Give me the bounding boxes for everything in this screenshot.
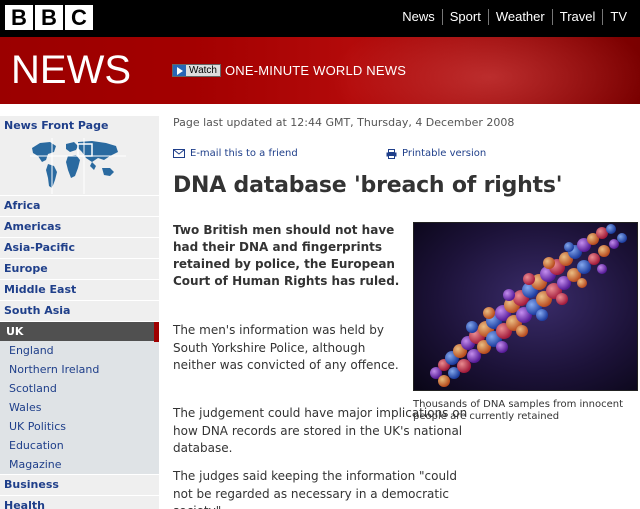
nav-uk-politics[interactable]: UK Politics [0, 417, 159, 436]
news-title[interactable]: NEWS [11, 50, 131, 90]
top-nav-news[interactable]: News [395, 9, 442, 25]
article-paragraph: The judgement could have major implicati… [173, 406, 468, 455]
top-nav: News Sport Weather Travel TV [395, 9, 634, 25]
news-banner: NEWS Watch ONE-MINUTE WORLD NEWS [0, 37, 640, 104]
watch-button[interactable]: Watch [172, 64, 221, 77]
page-updated-timestamp: Page last updated at 12:44 GMT, Thursday… [173, 116, 515, 129]
watch-text[interactable]: ONE-MINUTE WORLD NEWS [225, 63, 406, 78]
nav-news-front-page[interactable]: News Front Page [0, 115, 159, 136]
world-map-icon [30, 138, 126, 194]
article-paragraph: The judges said keeping the information … [173, 469, 457, 509]
top-nav-travel[interactable]: Travel [551, 9, 603, 25]
nav-south-asia[interactable]: South Asia [0, 300, 159, 321]
article-paragraph: The men's information was held by South … [173, 323, 399, 372]
top-bar: B B C News Sport Weather Travel TV [0, 0, 640, 37]
logo-letter: B [5, 5, 33, 30]
print-link[interactable]: Printable version [386, 148, 486, 159]
nav-americas[interactable]: Americas [0, 216, 159, 237]
email-link[interactable]: E-mail this to a friend [173, 148, 298, 159]
envelope-icon [173, 149, 185, 158]
nav-uk-scotland[interactable]: Scotland [0, 379, 159, 398]
dna-photo [413, 222, 638, 391]
nav-uk-northern-ireland[interactable]: Northern Ireland [0, 360, 159, 379]
nav-uk-magazine[interactable]: Magazine [0, 455, 159, 474]
top-nav-tv[interactable]: TV [602, 9, 634, 25]
nav-business[interactable]: Business [0, 474, 159, 495]
world-map[interactable] [0, 136, 159, 195]
printer-icon [386, 148, 397, 159]
top-nav-weather[interactable]: Weather [487, 9, 552, 25]
article-intro: Two British men should not have had thei… [173, 223, 400, 288]
nav-africa[interactable]: Africa [0, 195, 159, 216]
one-minute-world-news[interactable]: Watch ONE-MINUTE WORLD NEWS [172, 63, 406, 78]
nav-uk-wales[interactable]: Wales [0, 398, 159, 417]
logo-letter: B [35, 5, 63, 30]
nav-health[interactable]: Health [0, 495, 159, 509]
print-label: Printable version [402, 148, 487, 159]
nav-uk-england[interactable]: England [0, 341, 159, 360]
nav-middle-east[interactable]: Middle East [0, 279, 159, 300]
watch-label: Watch [189, 65, 217, 76]
bbc-logo[interactable]: B B C [5, 5, 93, 30]
nav-uk[interactable]: UK [0, 321, 159, 342]
dna-helix-image [414, 223, 637, 390]
article-headline: DNA database 'breach of rights' [173, 173, 563, 198]
nav-asia-pacific[interactable]: Asia-Pacific [0, 237, 159, 258]
left-nav: News Front Page Africa Americas Asia-Pac… [0, 115, 159, 509]
play-icon [173, 65, 186, 76]
email-label: E-mail this to a friend [190, 148, 298, 159]
nav-uk-education[interactable]: Education [0, 436, 159, 455]
top-nav-sport[interactable]: Sport [441, 9, 488, 25]
nav-europe[interactable]: Europe [0, 258, 159, 279]
article-tools: E-mail this to a friend Printable versio… [173, 148, 513, 161]
logo-letter: C [65, 5, 93, 30]
